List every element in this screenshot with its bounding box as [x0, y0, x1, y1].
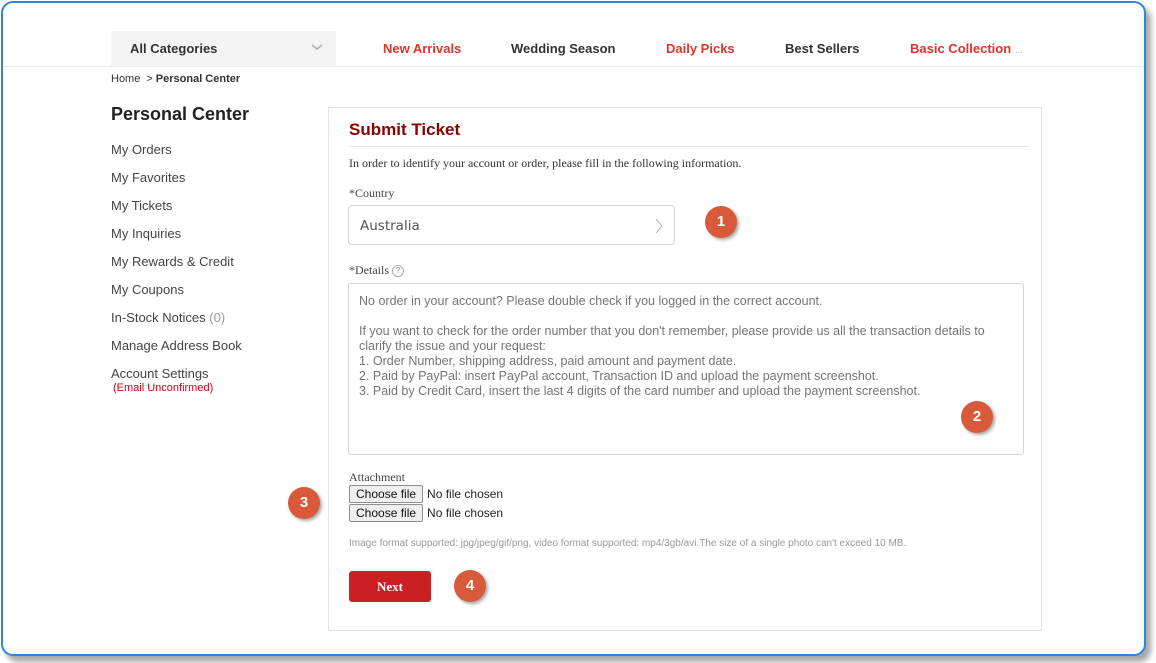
choose-file-button[interactable]: Choose file: [349, 485, 424, 503]
sidebar-item-label: My Orders: [111, 142, 172, 157]
sidebar-item-my-favorites[interactable]: My Favorites: [111, 170, 242, 198]
title-divider: [349, 146, 1029, 147]
sidebar-item-my-orders[interactable]: My Orders: [111, 142, 242, 170]
details-textarea[interactable]: [348, 283, 1024, 455]
annotation-marker-2: 2: [961, 401, 993, 433]
breadcrumb-separator: >: [146, 73, 153, 85]
sidebar-item-my-coupons[interactable]: My Coupons: [111, 282, 242, 310]
file-status: No file chosen: [427, 506, 504, 520]
sidebar-item-my-inquiries[interactable]: My Inquiries: [111, 226, 242, 254]
format-hint: Image format supported: jpg/jpeg/gif/png…: [349, 538, 907, 549]
sidebar-item-my-tickets[interactable]: My Tickets: [111, 198, 242, 226]
chevron-down-icon: [311, 44, 323, 51]
file-input-1: Choose file No file chosen: [349, 485, 503, 503]
nav-basic-collection[interactable]: Basic Collection: [910, 41, 1011, 56]
country-value: Australia: [360, 218, 420, 234]
country-select[interactable]: Australia: [348, 205, 675, 245]
category-select[interactable]: All Categories: [111, 31, 336, 66]
browser-window: All Categories New Arrivals Wedding Seas…: [1, 1, 1146, 656]
intro-text: In order to identify your account or ord…: [349, 156, 742, 170]
nav-basic-collection-wrap: Basic Collection...: [910, 41, 1023, 56]
sidebar-item-label: My Favorites: [111, 170, 186, 185]
sidebar-item-account-settings[interactable]: Account Settings (Email Unconfirmed): [111, 366, 242, 394]
nav-daily-picks[interactable]: Daily Picks: [666, 41, 735, 56]
top-navigation: All Categories New Arrivals Wedding Seas…: [3, 3, 1144, 67]
choose-file-button[interactable]: Choose file: [349, 504, 424, 522]
help-icon[interactable]: ?: [392, 265, 404, 277]
panel-title: Submit Ticket: [349, 120, 461, 139]
sidebar-item-label: Account Settings: [111, 366, 209, 381]
email-unconfirmed-warning: (Email Unconfirmed): [113, 382, 214, 394]
details-label-wrap: *Details?: [349, 263, 404, 278]
sidebar-item-rewards-credit[interactable]: My Rewards & Credit: [111, 254, 242, 282]
annotation-marker-1: 1: [705, 206, 737, 238]
notice-count: (0): [209, 310, 226, 325]
sidebar-title: Personal Center: [111, 104, 250, 124]
file-status: No file chosen: [427, 487, 504, 501]
annotation-marker-4: 4: [454, 570, 486, 602]
category-select-label: All Categories: [130, 41, 218, 56]
nav-wedding-season[interactable]: Wedding Season: [511, 41, 616, 56]
sidebar-item-label: In-Stock Notices: [111, 310, 206, 325]
sidebar-menu: My Orders My Favorites My Tickets My Inq…: [111, 142, 242, 394]
nav-new-arrivals[interactable]: New Arrivals: [383, 41, 461, 56]
nav-best-sellers[interactable]: Best Sellers: [785, 41, 859, 56]
file-input-2: Choose file No file chosen: [349, 504, 503, 522]
annotation-marker-3: 3: [288, 487, 320, 519]
sidebar-item-label: Manage Address Book: [111, 338, 242, 353]
submit-ticket-panel: Submit Ticket In order to identify your …: [328, 107, 1042, 631]
sidebar-item-address-book[interactable]: Manage Address Book: [111, 338, 242, 366]
attachment-label: Attachment: [349, 470, 405, 484]
next-button[interactable]: Next: [349, 571, 431, 602]
breadcrumb-home[interactable]: Home: [111, 73, 140, 85]
country-label: *Country: [349, 186, 395, 200]
nav-overflow[interactable]: ...: [1015, 45, 1023, 55]
sidebar-item-label: My Coupons: [111, 282, 184, 297]
sidebar-item-in-stock-notices[interactable]: In-Stock Notices (0): [111, 310, 242, 338]
chevron-right-icon: [655, 218, 663, 234]
breadcrumb-current: Personal Center: [155, 73, 241, 85]
sidebar-item-label: My Tickets: [111, 198, 173, 213]
sidebar-item-label: My Inquiries: [111, 226, 182, 241]
breadcrumb: Home > Personal Center: [111, 73, 240, 85]
details-label: *Details: [349, 263, 389, 277]
sidebar-item-label: My Rewards & Credit: [111, 254, 234, 269]
